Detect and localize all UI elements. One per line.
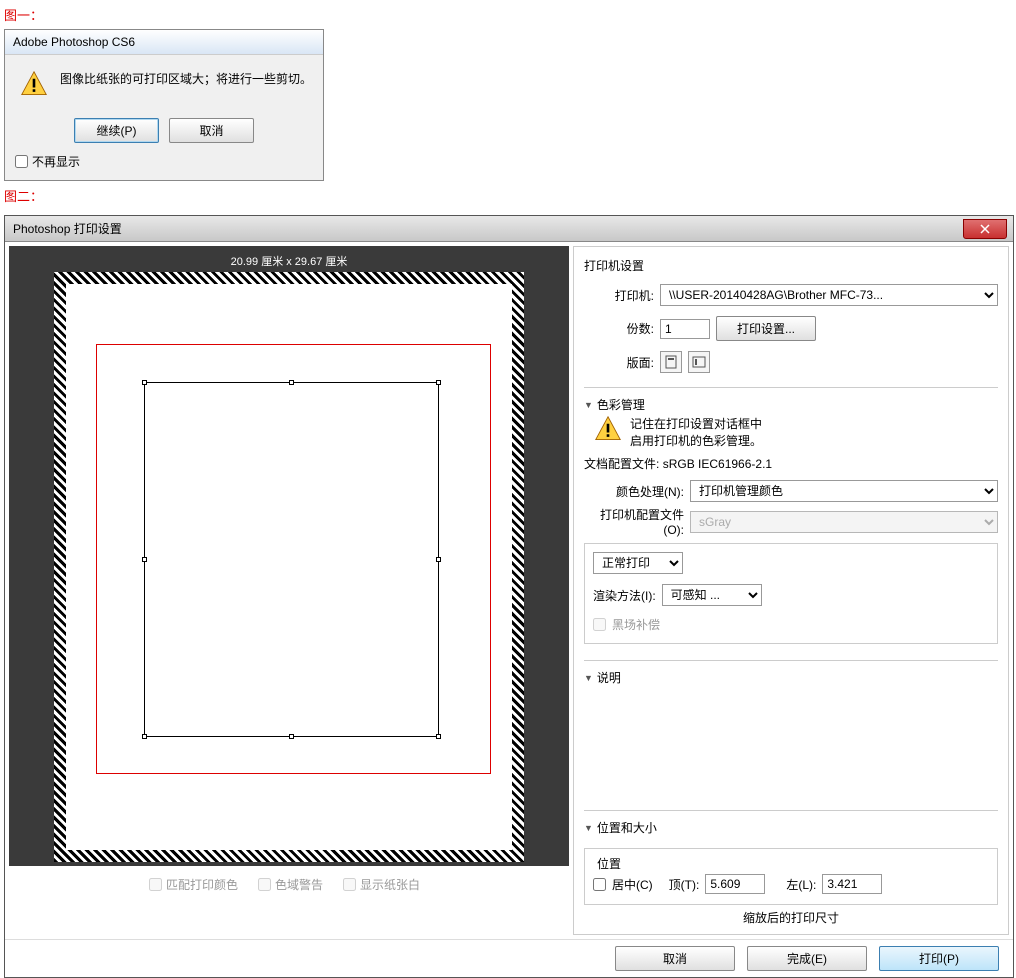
done-button[interactable]: 完成(E) — [747, 946, 867, 971]
center-label: 居中(C) — [612, 876, 653, 893]
close-button[interactable] — [963, 219, 1007, 239]
settings-panel: 打印机设置 打印机: \\USER-20140428AG\Brother MFC… — [573, 246, 1009, 935]
figure1-label: 图一： — [0, 0, 1016, 29]
alert-dialog: Adobe Photoshop CS6 图像比纸张的可打印区域大；将进行一些剪切… — [4, 29, 324, 181]
printer-settings-title: 打印机设置 — [584, 255, 998, 276]
preview-panel: 20.99 厘米 x 29.67 厘米 匹配打 — [9, 246, 569, 935]
copies-input[interactable] — [660, 319, 710, 339]
show-white-checkbox — [343, 878, 356, 891]
match-colors-row: 匹配打印颜色 — [149, 876, 238, 893]
color-mgmt-msg2: 启用打印机的色彩管理。 — [630, 432, 762, 449]
portrait-button[interactable] — [660, 351, 682, 373]
color-mgmt-msg1: 记住在打印设置对话框中 — [630, 415, 762, 432]
resize-handle[interactable] — [142, 734, 147, 739]
match-colors-checkbox — [149, 878, 162, 891]
portrait-icon — [665, 355, 677, 369]
titlebar: Photoshop 打印设置 — [5, 216, 1013, 242]
continue-button[interactable]: 继续(P) — [74, 118, 159, 143]
resize-handle[interactable] — [142, 380, 147, 385]
resize-handle[interactable] — [436, 380, 441, 385]
doc-profile-value: sRGB IEC61966-2.1 — [663, 457, 772, 471]
position-title[interactable]: ▼位置和大小 — [584, 817, 998, 838]
printer-profile-select: sGray — [690, 511, 998, 533]
layout-label: 版面: — [584, 354, 654, 371]
cancel-button[interactable]: 取消 — [615, 946, 735, 971]
color-handle-label: 颜色处理(N): — [584, 483, 684, 500]
show-white-row: 显示纸张白 — [343, 876, 420, 893]
normal-print-select[interactable]: 正常打印 — [593, 552, 683, 574]
black-point-label: 黑场补偿 — [612, 616, 660, 633]
warning-icon — [20, 70, 48, 98]
warning-icon — [594, 415, 622, 443]
resize-handle[interactable] — [289, 734, 294, 739]
figure2-label: 图二： — [0, 181, 1016, 210]
printer-label: 打印机: — [584, 287, 654, 304]
dont-show-checkbox[interactable] — [15, 155, 28, 168]
position-sub: 位置 — [593, 855, 625, 872]
desc-title[interactable]: ▼说明 — [584, 667, 998, 688]
close-icon — [980, 224, 990, 234]
top-input[interactable] — [705, 874, 765, 894]
landscape-icon — [692, 356, 706, 368]
left-input[interactable] — [822, 874, 882, 894]
render-label: 渲染方法(I): — [593, 587, 656, 604]
resize-handle[interactable] — [289, 380, 294, 385]
print-settings-dialog: Photoshop 打印设置 20.99 厘米 x 29.67 厘米 — [4, 215, 1014, 978]
printer-profile-label: 打印机配置文件(O): — [584, 506, 684, 537]
doc-profile-label: 文档配置文件: — [584, 457, 659, 471]
resize-handle[interactable] — [436, 734, 441, 739]
preview-dimensions: 20.99 厘米 x 29.67 厘米 — [13, 250, 565, 272]
preview-print-bounds[interactable] — [144, 382, 439, 737]
gamut-warn-row: 色域警告 — [258, 876, 323, 893]
color-mgmt-title[interactable]: ▼色彩管理 — [584, 394, 998, 415]
landscape-button[interactable] — [688, 351, 710, 373]
resize-handle[interactable] — [436, 557, 441, 562]
render-select[interactable]: 可感知 ... — [662, 584, 762, 606]
black-point-checkbox — [593, 618, 606, 631]
printer-select[interactable]: \\USER-20140428AG\Brother MFC-73... — [660, 284, 998, 306]
print-setup-button[interactable]: 打印设置... — [716, 316, 816, 341]
alert-title: Adobe Photoshop CS6 — [5, 30, 323, 55]
top-label: 顶(T): — [669, 876, 700, 893]
scaled-size-label: 缩放后的打印尺寸 — [584, 909, 998, 926]
resize-handle[interactable] — [142, 557, 147, 562]
dont-show-label: 不再显示 — [32, 153, 80, 170]
center-checkbox[interactable] — [593, 878, 606, 891]
left-label: 左(L): — [786, 876, 816, 893]
triangle-down-icon: ▼ — [584, 400, 593, 410]
print-button[interactable]: 打印(P) — [879, 946, 999, 971]
triangle-down-icon: ▼ — [584, 823, 593, 833]
triangle-down-icon: ▼ — [584, 673, 593, 683]
gamut-warn-checkbox — [258, 878, 271, 891]
preview-page — [54, 272, 524, 862]
color-handle-select[interactable]: 打印机管理颜色 — [690, 480, 998, 502]
copies-label: 份数: — [584, 320, 654, 337]
cancel-button[interactable]: 取消 — [169, 118, 254, 143]
alert-message: 图像比纸张的可打印区域大；将进行一些剪切。 — [60, 70, 312, 87]
dialog-title: Photoshop 打印设置 — [5, 216, 130, 241]
